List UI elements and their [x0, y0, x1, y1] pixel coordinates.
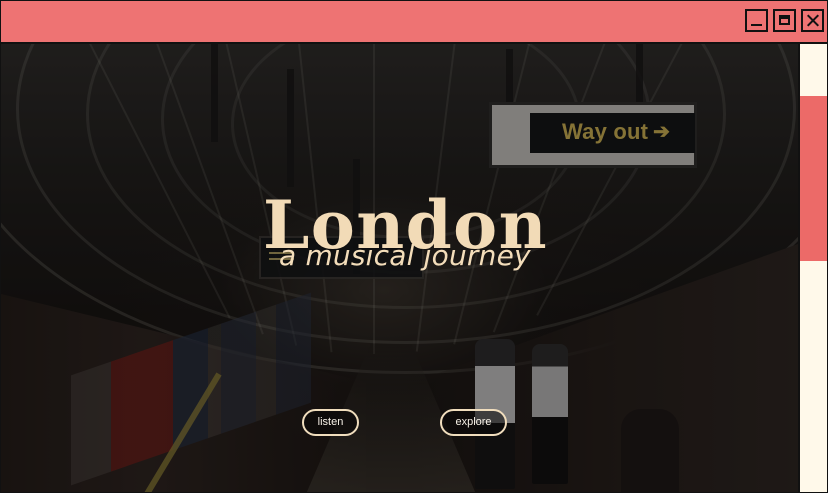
window-controls	[745, 9, 824, 32]
maximize-icon	[779, 15, 790, 25]
page-subtitle: a musical journey	[279, 239, 531, 272]
listen-button[interactable]: listen	[302, 409, 359, 436]
vertical-scrollbar[interactable]	[798, 44, 827, 492]
maximize-button[interactable]	[773, 9, 796, 32]
minimize-button[interactable]	[745, 9, 768, 32]
close-button[interactable]	[801, 9, 824, 32]
app-window: Way out ➔ London a musical journey listen…	[0, 0, 828, 493]
scrollbar-thumb[interactable]	[800, 96, 827, 261]
explore-button[interactable]: explore	[440, 409, 507, 436]
hero-viewport: Way out ➔ London a musical journey listen…	[1, 44, 798, 492]
window-titlebar[interactable]	[1, 1, 827, 44]
close-icon	[804, 12, 821, 29]
minimize-icon	[751, 24, 762, 26]
